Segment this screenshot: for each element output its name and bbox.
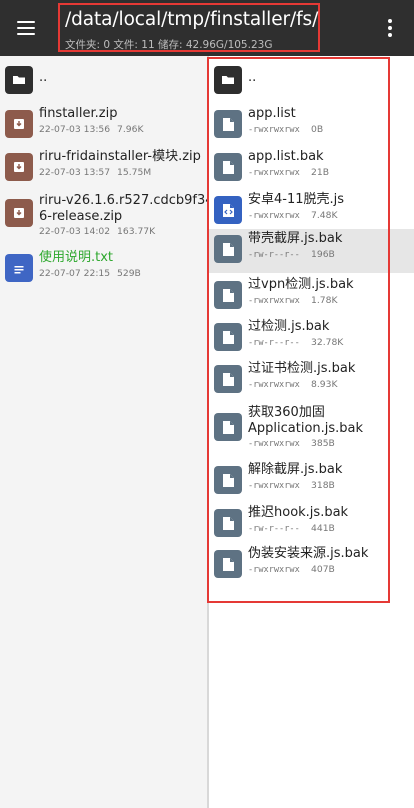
file-icon (214, 466, 242, 494)
file-size: 385B (311, 438, 335, 449)
archive-icon (5, 110, 33, 138)
file-permissions: -rwxrwxrwx (248, 380, 300, 390)
file-date: 22-07-07 22:15 (39, 268, 111, 279)
path-annotation-box: /data/local/tmp/finstaller/fs/ 文件夹: 0 文件… (58, 3, 320, 52)
app-bar: /data/local/tmp/finstaller/fs/ 文件夹: 0 文件… (0, 0, 414, 56)
list-item[interactable]: app.list -rwxrwxrwx 0B (209, 104, 414, 148)
list-item[interactable]: 安卓4-11脱壳.js -rwxrwxrwx 7.48K (209, 190, 414, 234)
file-size: 7.48K (311, 210, 338, 221)
list-item[interactable]: 过证书检测.js.bak -rwxrwxrwx 8.93K (209, 359, 414, 403)
list-item[interactable]: finstaller.zip 22-07-03 13:56 7.96K (0, 104, 207, 148)
archive-icon (5, 153, 33, 181)
file-name: 获取360加固 Application.js.bak (248, 405, 364, 436)
file-size: 196B (311, 249, 335, 260)
file-icon (214, 153, 242, 181)
file-date: 22-07-03 13:57 (39, 167, 111, 178)
list-item-selected[interactable]: 带壳截屏.js.bak -rw-r--r-- 196B (209, 229, 414, 273)
file-permissions: -rw-r--r-- (248, 250, 300, 260)
file-permissions: -rwxrwxrwx (248, 211, 300, 221)
file-name: 带壳截屏.js.bak (248, 231, 343, 246)
file-icon (214, 110, 242, 138)
parent-directory-label: .. (248, 70, 257, 85)
hamburger-menu-icon[interactable] (12, 14, 40, 42)
file-name: 使用说明.txt (39, 250, 114, 265)
file-name: finstaller.zip (39, 106, 118, 121)
file-date: 22-07-03 13:56 (39, 124, 111, 135)
file-name: 过检测.js.bak (248, 319, 330, 334)
file-name: 过vpn检测.js.bak (248, 277, 354, 292)
file-size: 21B (311, 167, 329, 178)
list-item[interactable]: riru-v26.1.6.r527.cdcb9f34c 6-release.zi… (0, 191, 221, 243)
file-permissions: -rw-r--r-- (248, 338, 300, 348)
file-name: 解除截屏.js.bak (248, 462, 343, 477)
list-item[interactable]: 解除截屏.js.bak -rwxrwxrwx 318B (209, 460, 414, 504)
archive-icon (5, 199, 33, 227)
file-size: 529B (117, 268, 141, 279)
text-file-icon (5, 254, 33, 282)
file-icon (214, 550, 242, 578)
file-permissions: -rw-r--r-- (248, 524, 300, 534)
file-size: 8.93K (311, 379, 338, 390)
file-permissions: -rwxrwxrwx (248, 481, 300, 491)
parent-directory-row[interactable]: .. (209, 60, 414, 104)
list-item[interactable]: 获取360加固 Application.js.bak -rwxrwxrwx 38… (209, 403, 414, 455)
file-size: 163.77K (117, 226, 156, 237)
folder-icon (5, 66, 33, 94)
file-size: 1.78K (311, 295, 338, 306)
file-size: 15.75M (117, 167, 152, 178)
file-name: 伪装安装来源.js.bak (248, 546, 369, 561)
file-date: 22-07-03 14:02 (39, 226, 111, 237)
list-item[interactable]: 使用说明.txt 22-07-07 22:15 529B (0, 248, 207, 292)
list-item[interactable]: 过检测.js.bak -rw-r--r-- 32.78K (209, 317, 414, 361)
current-path[interactable]: /data/local/tmp/finstaller/fs/ (65, 9, 318, 30)
file-size: 318B (311, 480, 335, 491)
file-name: app.list.bak (248, 149, 324, 164)
file-icon (214, 235, 242, 263)
storage-stats: 文件夹: 0 文件: 11 储存: 42.96G/105.23G (65, 39, 273, 51)
file-size: 0B (311, 124, 324, 135)
file-icon (214, 413, 242, 441)
file-icon (214, 365, 242, 393)
parent-directory-row[interactable]: .. (0, 60, 207, 104)
file-permissions: -rwxrwxrwx (248, 565, 300, 575)
file-name: riru-v26.1.6.r527.cdcb9f34c 6-release.zi… (39, 193, 221, 224)
file-name: 推迟hook.js.bak (248, 505, 349, 520)
list-item[interactable]: 推迟hook.js.bak -rw-r--r-- 441B (209, 503, 414, 547)
list-item[interactable]: riru-fridainstaller-模块.zip 22-07-03 13:5… (0, 147, 207, 191)
left-file-pane[interactable]: .. finstaller.zip 22-07-03 13:56 7.96K r… (0, 56, 221, 808)
file-size: 441B (311, 523, 335, 534)
file-icon (214, 323, 242, 351)
list-item[interactable]: app.list.bak -rwxrwxrwx 21B (209, 147, 414, 191)
folder-icon (214, 66, 242, 94)
file-icon (214, 281, 242, 309)
list-item[interactable]: 伪装安装来源.js.bak -rwxrwxrwx 407B (209, 544, 414, 588)
file-name: app.list (248, 106, 296, 121)
right-file-pane[interactable]: .. app.list -rwxrwxrwx 0B app.list.bak -… (209, 56, 414, 808)
list-item[interactable]: 过vpn检测.js.bak -rwxrwxrwx 1.78K (209, 275, 414, 319)
file-permissions: -rwxrwxrwx (248, 296, 300, 306)
file-size: 407B (311, 564, 335, 575)
file-permissions: -rwxrwxrwx (248, 439, 300, 449)
file-name: 安卓4-11脱壳.js (248, 192, 345, 207)
file-icon (214, 509, 242, 537)
more-vert-icon[interactable] (380, 14, 400, 42)
file-size: 32.78K (311, 337, 344, 348)
code-file-icon (214, 196, 242, 224)
file-size: 7.96K (117, 124, 144, 135)
parent-directory-label: .. (39, 70, 48, 85)
file-name: riru-fridainstaller-模块.zip (39, 149, 201, 164)
file-name: 过证书检测.js.bak (248, 361, 356, 376)
file-permissions: -rwxrwxrwx (248, 125, 300, 135)
file-permissions: -rwxrwxrwx (248, 168, 300, 178)
